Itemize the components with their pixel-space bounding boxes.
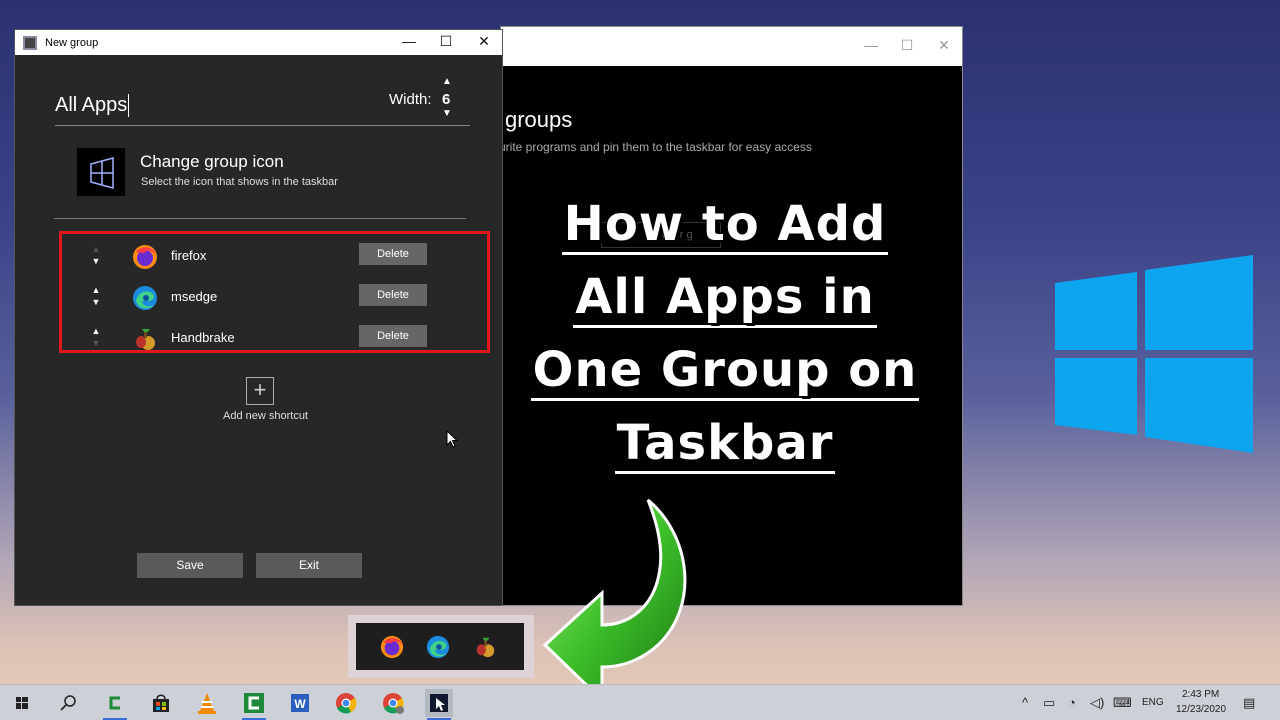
taskbar-groups-button[interactable] <box>425 689 453 720</box>
clock-date[interactable]: 12/23/2020 <box>1176 704 1226 715</box>
shortcut-row: ▲ ▼ msedge Delete <box>62 278 487 318</box>
headline-line: Taskbar <box>520 407 930 480</box>
save-button[interactable]: Save <box>137 553 243 578</box>
reorder-arrows[interactable]: ▲ ▼ <box>90 325 102 349</box>
move-up-icon[interactable]: ▲ <box>90 325 102 337</box>
width-increment-icon[interactable]: ▲ <box>442 76 452 87</box>
taskbar-group-preview <box>348 615 534 678</box>
add-shortcut-label[interactable]: Add new shortcut <box>223 410 308 422</box>
background-heading: groups <box>505 107 573 132</box>
delete-button[interactable]: Delete <box>359 243 427 265</box>
chevron-up-icon[interactable]: ^ <box>1022 695 1028 710</box>
minimize-icon[interactable]: — <box>856 37 886 53</box>
headline-line: All Apps in <box>520 261 930 334</box>
word-button[interactable]: W <box>286 689 314 717</box>
network-icon[interactable]: ▭ <box>1043 695 1055 711</box>
shortcut-list: ▲ ▼ firefox Delete ▲ ▼ msedge Delete ▲ ▼… <box>59 231 490 353</box>
group-icon-button[interactable] <box>76 147 126 197</box>
volume-icon[interactable]: ◁) <box>1090 695 1104 711</box>
shortcut-name: Handbrake <box>171 330 235 345</box>
move-down-icon[interactable]: ▼ <box>90 255 102 267</box>
delete-button[interactable]: Delete <box>359 325 427 347</box>
green-arrow-icon <box>542 498 687 704</box>
background-subtitle: urite programs and pin them to the taskb… <box>499 140 812 154</box>
camtasia-2-icon <box>244 693 264 713</box>
chrome-icon <box>336 693 357 714</box>
start-button[interactable] <box>8 689 36 717</box>
group-name-value: All Apps <box>55 94 130 117</box>
group-windows-icon <box>90 157 114 189</box>
handbrake-icon <box>136 329 155 350</box>
windows-logo-icon <box>1055 255 1253 453</box>
move-up-icon[interactable]: ▲ <box>90 243 102 255</box>
mouse-cursor-icon <box>446 430 458 448</box>
edge-icon <box>133 286 157 310</box>
delete-button[interactable]: Delete <box>359 284 427 306</box>
store-button[interactable] <box>147 689 175 717</box>
move-down-icon[interactable]: ▼ <box>90 296 102 308</box>
svg-text:W: W <box>294 697 306 711</box>
width-decrement-icon[interactable]: ▼ <box>442 108 452 119</box>
close-icon[interactable]: ✕ <box>929 37 959 54</box>
edge-icon[interactable] <box>426 635 450 659</box>
wifi-icon[interactable]: ◔ <box>1068 695 1076 710</box>
search-icon <box>60 695 76 711</box>
divider <box>54 218 466 219</box>
chrome-button[interactable] <box>332 689 360 717</box>
taskbar-groups-icon <box>430 694 448 712</box>
start-icon <box>16 697 28 709</box>
camtasia-recorder-button[interactable] <box>240 689 268 720</box>
exit-button[interactable]: Exit <box>256 553 362 578</box>
search-button[interactable] <box>54 689 82 717</box>
taskbar: W ^ ▭ ◔ ◁) ⌨ ENG 2:43 PM 12/23/2020 ▤ <box>0 684 1280 720</box>
store-icon <box>153 694 169 712</box>
minimize-icon[interactable]: — <box>395 33 423 49</box>
keyboard-icon[interactable]: ⌨ <box>1113 695 1132 711</box>
language-indicator[interactable]: ENG <box>1142 697 1164 708</box>
clock-time[interactable]: 2:43 PM <box>1182 689 1219 700</box>
app-icon <box>23 35 37 50</box>
handbrake-icon[interactable] <box>473 635 497 659</box>
background-window-titlebar[interactable]: — ☐ ✕ <box>501 27 962 66</box>
add-shortcut-button[interactable]: + <box>246 377 274 405</box>
change-group-icon-title[interactable]: Change group icon <box>140 152 284 172</box>
firefox-icon[interactable] <box>380 635 404 659</box>
firefox-icon <box>133 245 157 269</box>
change-group-icon-subtitle: Select the icon that shows in the taskba… <box>141 176 338 188</box>
camtasia-button[interactable] <box>101 689 129 720</box>
new-group-dialog: New group — ☐ ✕ All Apps Width: ▲ 6 ▼ Ch… <box>14 29 503 606</box>
vlc-icon <box>198 693 216 714</box>
reorder-arrows[interactable]: ▲ ▼ <box>90 243 102 267</box>
dialog-titlebar[interactable]: New group — ☐ ✕ <box>15 30 502 55</box>
notification-icon[interactable]: ▤ <box>1243 695 1255 711</box>
shortcut-name: msedge <box>171 289 218 304</box>
move-down-icon[interactable]: ▼ <box>90 337 102 349</box>
shortcut-row: ▲ ▼ firefox Delete <box>62 237 487 277</box>
headline: How to Add All Apps in One Group on Task… <box>520 188 930 480</box>
maximize-icon[interactable]: ☐ <box>432 33 460 50</box>
shortcut-name: firefox <box>171 248 207 263</box>
chrome-2-icon <box>383 693 404 714</box>
headline-line: One Group on <box>520 334 930 407</box>
headline-line: How to Add <box>520 188 930 261</box>
maximize-icon[interactable]: ☐ <box>892 37 922 54</box>
taskbar-group-popup <box>356 623 524 670</box>
shortcut-row: ▲ ▼ Handbrake Delete <box>62 319 487 359</box>
width-value: 6 <box>442 91 451 108</box>
chrome-profile-button[interactable] <box>379 689 407 717</box>
camtasia-icon <box>109 696 120 710</box>
word-icon: W <box>291 694 309 712</box>
vlc-button[interactable] <box>193 689 221 717</box>
width-label: Width: <box>389 91 432 108</box>
reorder-arrows[interactable]: ▲ ▼ <box>90 284 102 308</box>
dialog-title: New group <box>45 36 99 49</box>
close-icon[interactable]: ✕ <box>470 33 498 50</box>
move-up-icon[interactable]: ▲ <box>90 284 102 296</box>
